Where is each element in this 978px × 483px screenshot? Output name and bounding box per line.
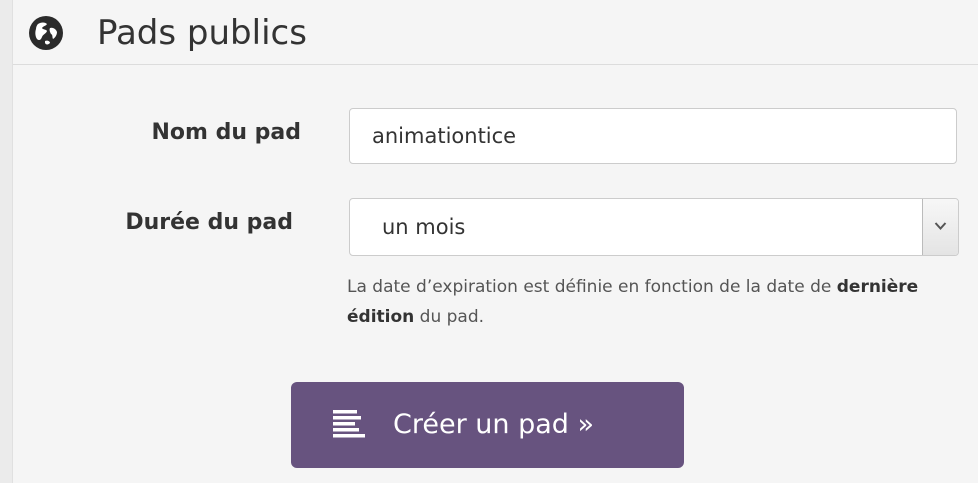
globe-icon (29, 16, 63, 50)
page: Pads publics Nom du pad Durée du pad un … (0, 0, 978, 483)
help-text-end: du pad. (414, 307, 485, 327)
text-lines-icon (333, 410, 365, 438)
panel-heading: Pads publics (13, 0, 978, 65)
help-text-start: La date d’expiration est définie en fonc… (347, 277, 837, 297)
expiration-help-text: La date d’expiration est définie en fonc… (347, 272, 957, 332)
chevron-down-icon[interactable] (922, 199, 958, 255)
public-pads-panel: Pads publics Nom du pad Durée du pad un … (12, 0, 978, 483)
pad-name-label: Nom du pad (151, 120, 301, 145)
pad-duration-select[interactable]: un mois (349, 198, 959, 256)
pad-name-input[interactable] (349, 108, 957, 164)
create-pad-label: Créer un pad » (393, 409, 594, 440)
pad-duration-label: Durée du pad (125, 210, 293, 235)
create-pad-button[interactable]: Créer un pad » (291, 382, 684, 468)
page-title: Pads publics (97, 13, 307, 53)
pad-duration-value: un mois (382, 215, 466, 239)
